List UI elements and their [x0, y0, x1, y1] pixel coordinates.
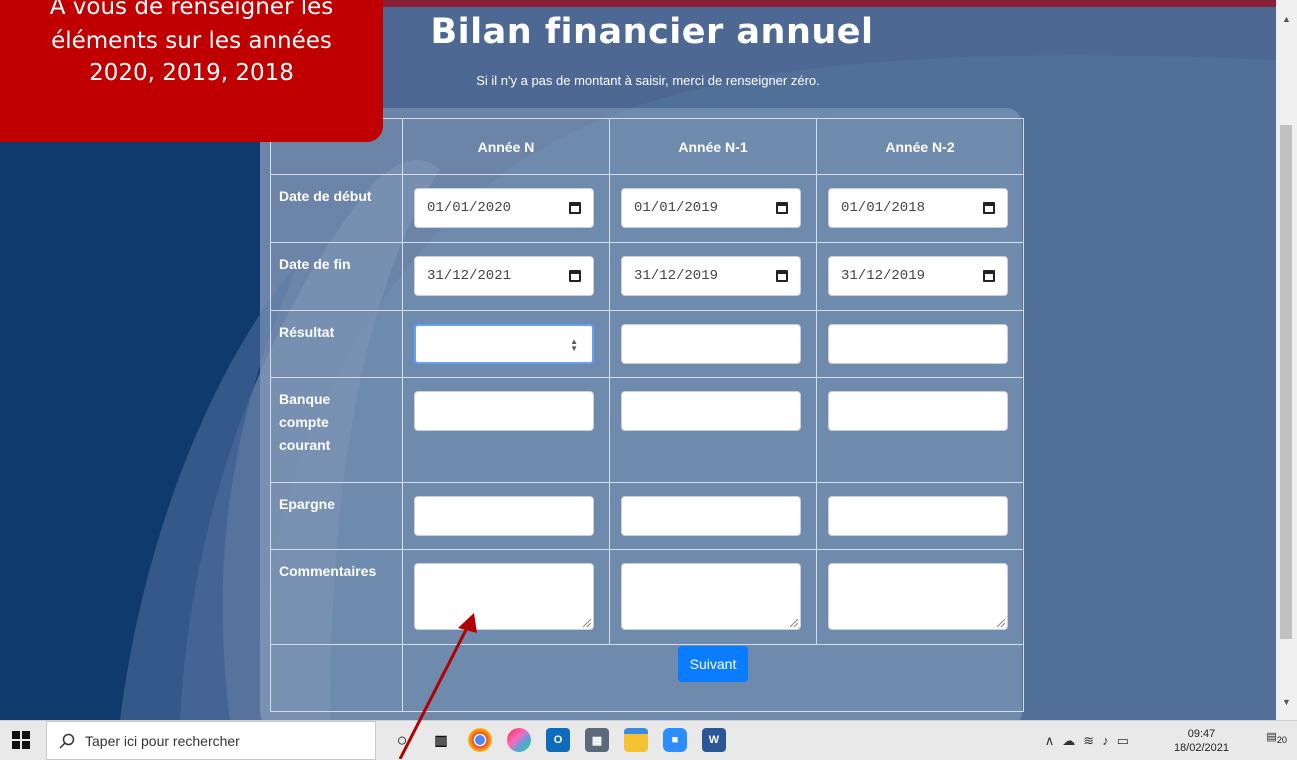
- vertical-scrollbar[interactable]: ▲ ▼: [1276, 0, 1297, 720]
- resize-grip-icon[interactable]: [583, 619, 591, 627]
- commentaires-n-textarea[interactable]: [414, 563, 594, 630]
- banque-n-1-input[interactable]: [621, 391, 801, 431]
- notification-center-icon[interactable]: ▤20: [1266, 730, 1287, 745]
- resize-grip-icon[interactable]: [997, 619, 1005, 627]
- task-view-icon[interactable]: ▥: [429, 728, 453, 752]
- scroll-up-icon[interactable]: ▲: [1282, 14, 1291, 24]
- chrome-icon[interactable]: [468, 728, 492, 752]
- resultat-n-2-input[interactable]: [828, 324, 1008, 364]
- windows-start-icon[interactable]: [12, 731, 30, 749]
- calendar-icon[interactable]: [569, 270, 581, 282]
- table-header-row: Année N Année N-1 Année N-2: [270, 118, 1024, 175]
- instruction-callout: A vous de renseigner les éléments sur le…: [0, 0, 383, 142]
- epargne-n-1-input[interactable]: [621, 496, 801, 536]
- row-label-commentaires: Commentaires: [270, 549, 403, 645]
- calendar-icon[interactable]: [983, 270, 995, 282]
- windows-taskbar: Taper ici pour rechercher ○ ▥ O ▦ ■ W ∧☁…: [0, 720, 1297, 760]
- commentaires-n-2-textarea[interactable]: [828, 563, 1008, 630]
- system-tray-icons[interactable]: ∧☁≋♪▭: [1045, 733, 1137, 749]
- table-row: Banque compte courant: [270, 377, 1024, 483]
- date-fin-n-1-input[interactable]: 31/12/2019: [621, 256, 801, 296]
- paint-icon[interactable]: [507, 728, 531, 752]
- row-label-banque: Banque compte courant: [270, 377, 403, 483]
- footer-empty-cell: [270, 644, 403, 712]
- date-debut-n-1-input[interactable]: 01/01/2019: [621, 188, 801, 228]
- date-debut-n-input[interactable]: 01/01/2020: [414, 188, 594, 228]
- banque-n-input[interactable]: [414, 391, 594, 431]
- resultat-n-input[interactable]: ▲ ▼: [414, 324, 594, 364]
- callout-line-1: A vous de renseigner les: [49, 0, 334, 20]
- commentaires-n-1-textarea[interactable]: [621, 563, 801, 630]
- header-annee-n: Année N: [402, 118, 610, 175]
- spinner-icon[interactable]: ▲ ▼: [570, 338, 578, 353]
- calendar-icon[interactable]: [569, 202, 581, 214]
- submit-cell: Suivant: [402, 644, 1024, 712]
- callout-line-2: éléments sur les années: [51, 28, 332, 54]
- row-label-date-debut: Date de début: [270, 174, 403, 243]
- table-row: Commentaires: [270, 549, 1024, 645]
- file-explorer-icon[interactable]: [624, 728, 648, 752]
- outlook-icon[interactable]: O: [546, 728, 570, 752]
- browser-viewport: Bilan financier annuel Si il n'y a pas d…: [0, 0, 1276, 720]
- taskbar-search-box[interactable]: Taper ici pour rechercher: [46, 721, 376, 760]
- date-fin-n-input[interactable]: 31/12/2021: [414, 256, 594, 296]
- table-row: Résultat ▲ ▼: [270, 310, 1024, 378]
- epargne-n-input[interactable]: [414, 496, 594, 536]
- resultat-n-1-input[interactable]: [621, 324, 801, 364]
- zoom-icon[interactable]: ■: [663, 728, 687, 752]
- calendar-icon[interactable]: [776, 202, 788, 214]
- date-fin-n-2-input[interactable]: 31/12/2019: [828, 256, 1008, 296]
- header-annee-n-1: Année N-1: [609, 118, 817, 175]
- calendar-icon[interactable]: [983, 202, 995, 214]
- row-label-date-fin: Date de fin: [270, 242, 403, 311]
- epargne-n-2-input[interactable]: [828, 496, 1008, 536]
- row-label-epargne: Epargne: [270, 482, 403, 550]
- header-annee-n-2: Année N-2: [816, 118, 1024, 175]
- date-debut-n-2-input[interactable]: 01/01/2018: [828, 188, 1008, 228]
- callout-line-3: 2020, 2019, 2018: [89, 60, 294, 86]
- clock-date: 18/02/2021: [1173, 742, 1229, 754]
- calendar-icon[interactable]: [776, 270, 788, 282]
- table-row: Date de début 01/01/2020 01/01/2019 01/0…: [270, 174, 1024, 243]
- scroll-down-icon[interactable]: ▼: [1282, 697, 1291, 707]
- scrollbar-thumb[interactable]: [1280, 125, 1292, 639]
- row-label-resultat: Résultat: [270, 310, 403, 378]
- suivant-button[interactable]: Suivant: [677, 646, 749, 682]
- word-icon[interactable]: W: [702, 728, 726, 752]
- financial-table: Année N Année N-1 Année N-2 Date de débu…: [270, 118, 1024, 712]
- taskbar-clock[interactable]: 09:47 18/02/2021: [1174, 727, 1229, 755]
- notification-count: 20: [1276, 735, 1287, 746]
- table-row: Suivant: [270, 644, 1024, 712]
- taskbar-apps: ○ ▥ O ▦ ■ W: [390, 728, 726, 752]
- search-icon: [59, 733, 75, 749]
- taskbar-search-placeholder: Taper ici pour rechercher: [85, 732, 240, 749]
- clock-time: 09:47: [1187, 728, 1216, 740]
- table-row: Date de fin 31/12/2021 31/12/2019 31/12/…: [270, 242, 1024, 311]
- calculator-icon[interactable]: ▦: [585, 728, 609, 752]
- resize-grip-icon[interactable]: [790, 619, 798, 627]
- table-row: Epargne: [270, 482, 1024, 550]
- banque-n-2-input[interactable]: [828, 391, 1008, 431]
- cortana-icon[interactable]: ○: [390, 728, 414, 752]
